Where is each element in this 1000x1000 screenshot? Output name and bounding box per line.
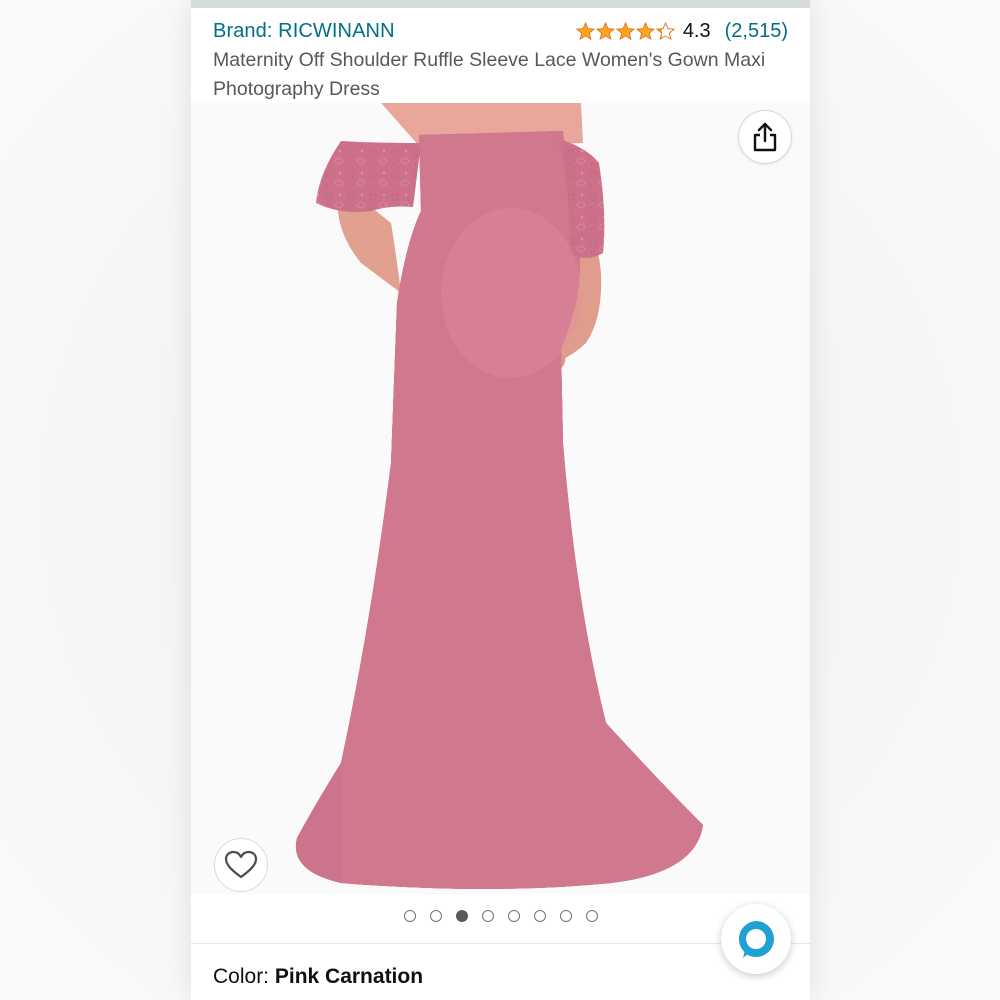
image-carousel-indicator[interactable] (191, 906, 810, 926)
rating-summary[interactable]: 4.3 (2,515) (575, 20, 788, 43)
carousel-dot[interactable] (403, 910, 416, 922)
carousel-dot[interactable] (585, 910, 598, 922)
wishlist-button[interactable] (214, 838, 268, 892)
alexa-button[interactable] (721, 904, 791, 974)
star-icon (575, 22, 595, 41)
top-divider-bar (191, 0, 810, 8)
dress-photo (295, 103, 703, 889)
share-button[interactable] (738, 110, 792, 164)
star-icon (615, 22, 635, 41)
carousel-dot[interactable] (533, 910, 546, 922)
brand-link[interactable]: Brand: RICWINANN (213, 20, 395, 43)
product-card: Brand: RICWINANN 4.3 (2,515) Maternity O… (191, 0, 810, 1000)
star-icon (635, 22, 655, 41)
heart-icon (224, 850, 258, 879)
alexa-icon (738, 921, 774, 958)
star-icon (655, 22, 675, 41)
product-title: Maternity Off Shoulder Ruffle Sleeve Lac… (213, 49, 766, 100)
carousel-dot[interactable] (455, 910, 468, 922)
share-icon (753, 122, 777, 152)
carousel-dot[interactable] (481, 910, 494, 922)
color-label: Color: (213, 965, 275, 988)
carousel-dot[interactable] (507, 910, 520, 922)
carousel-dot[interactable] (559, 910, 572, 922)
carousel-dot[interactable] (429, 910, 442, 922)
section-divider (191, 943, 810, 944)
star-rating (575, 22, 675, 41)
product-image[interactable] (191, 103, 810, 894)
rating-value: 4.3 (682, 20, 711, 42)
color-value: Pink Carnation (274, 965, 424, 988)
star-icon (595, 22, 615, 41)
ratings-count-link[interactable]: (2,515) (725, 20, 788, 43)
color-selection: Color: Pink Carnation (213, 965, 423, 989)
